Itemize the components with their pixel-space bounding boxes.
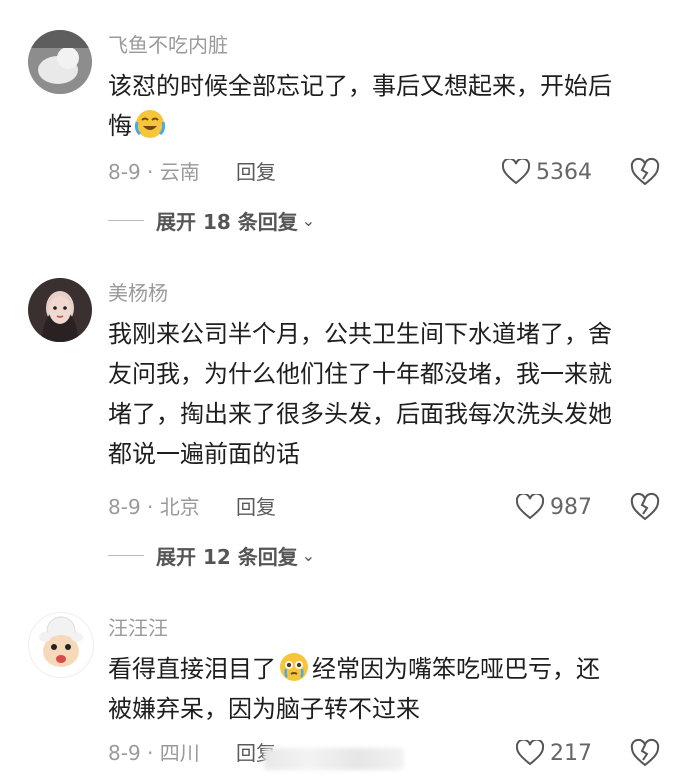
comment-text: 看得直接泪目了 经常因为嘴笨吃哑巴亏，还 被嫌弃呆，因为脑子转不过来 [108,649,668,729]
chevron-down-icon: ⌄ [301,210,316,230]
comment-text-line: 被嫌弃呆，因为脑子转不过来 [108,695,420,723]
heart-outline-icon [502,159,530,185]
like-count: 987 [550,494,592,520]
comment-text-fragment: 悔 [108,112,132,140]
comment-text-fragment: 经常因为嘴笨吃哑巴亏，还 [312,655,600,683]
avatar[interactable] [28,612,94,678]
broken-heart-icon [630,157,660,186]
heart-outline-icon [516,740,544,766]
dislike-button[interactable] [630,738,660,768]
comment-text-line: 该怼的时候全部忘记了，事后又想起来，开始后 [108,72,612,100]
like-button[interactable]: 5364 [502,157,592,187]
comment-meta: 8-9 · 北京 [108,495,200,519]
heart-outline-icon [516,494,544,520]
expand-replies-button[interactable]: 展开 12 条回复 ⌄ [108,540,315,570]
like-button[interactable]: 217 [516,738,592,768]
comment-text: 我刚来公司半个月，公共卫生间下水道堵了，舍 友问我，为什么他们住了十年都没堵，我… [108,314,668,474]
divider-line [108,554,144,556]
username[interactable]: 美杨杨 [108,280,168,306]
like-button[interactable]: 987 [516,492,592,522]
username[interactable]: 汪汪汪 [108,615,168,641]
comment-text-line: 看得直接泪目了 经常因为嘴笨吃哑巴亏，还 [108,649,668,689]
reply-button[interactable]: 回复 [236,157,276,187]
reply-button[interactable]: 回复 [236,492,276,522]
comment-text-line: 堵了，掏出来了很多头发，后面我每次洗头发她 [108,400,612,428]
username[interactable]: 飞鱼不吃内脏 [108,32,228,58]
teary-eyes-emoji [280,653,308,681]
dislike-button[interactable] [630,492,660,522]
expand-replies-label: 展开 18 条回复 [156,209,298,234]
comment-meta: 8-9 · 四川 [108,741,200,765]
chevron-down-icon: ⌄ [301,545,316,565]
divider-line [108,219,144,221]
comment-text-line: 都说一遍前面的话 [108,440,300,468]
comment-text-line: 我刚来公司半个月，公共卫生间下水道堵了，舍 [108,320,612,348]
comment-text: 该怼的时候全部忘记了，事后又想起来，开始后 悔 [108,66,668,146]
comment-meta: 8-9 · 云南 [108,160,200,184]
comment-text-line: 友问我，为什么他们住了十年都没堵，我一来就 [108,360,612,388]
avatar[interactable] [28,278,92,342]
avatar[interactable] [28,30,92,94]
watermark-blur [264,748,404,770]
comment-text-fragment: 看得直接泪目了 [108,655,276,683]
like-count: 5364 [536,159,592,185]
dislike-button[interactable] [630,157,660,187]
like-count: 217 [550,740,592,766]
expand-replies-label: 展开 12 条回复 [156,544,298,569]
crying-laugh-emoji [134,110,166,138]
expand-replies-button[interactable]: 展开 18 条回复 ⌄ [108,205,315,235]
comment-text-line: 悔 [108,106,668,146]
broken-heart-icon [630,492,660,521]
broken-heart-icon [630,738,660,767]
